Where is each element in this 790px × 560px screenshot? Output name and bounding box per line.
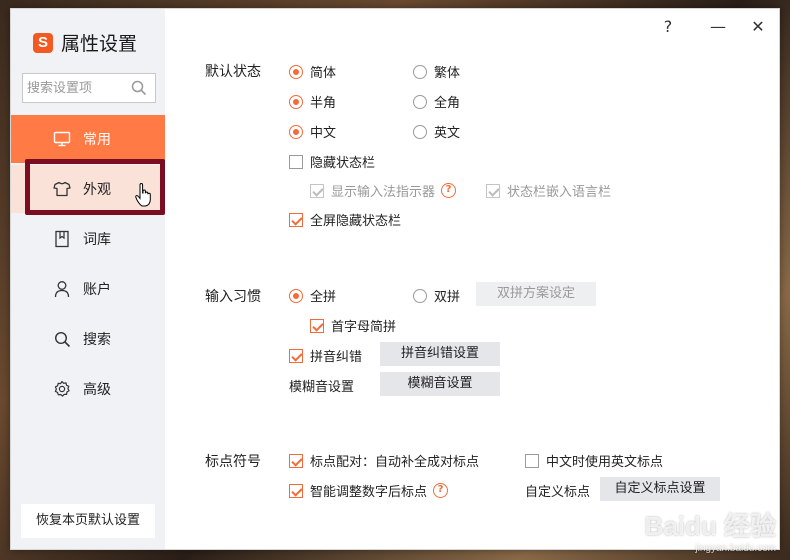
checkbox-fullscreen-hide-status-bar[interactable]: 全屏隐藏状态栏	[289, 210, 401, 229]
checkbox[interactable]	[289, 348, 303, 363]
option-label: 半角	[310, 96, 337, 111]
checkbox[interactable]	[310, 318, 324, 333]
baidu-watermark: Baidu 经验 jingyan.baidu.com	[645, 506, 776, 554]
radio-full-width[interactable]: 全角	[413, 92, 460, 111]
settings-search-input[interactable]	[27, 78, 127, 98]
sidebar-item-label: 搜索	[83, 332, 111, 348]
option-label: 繁体	[434, 66, 461, 81]
checkbox-show-ime-indicator[interactable]: 显示输入法指示器 ?	[310, 181, 457, 200]
option-label: 双拼	[434, 290, 461, 305]
checkbox-hide-status-bar[interactable]: 隐藏状态栏	[289, 152, 375, 171]
option-label: 拼音纠错	[310, 350, 363, 365]
option-label: 隐藏状态栏	[310, 156, 376, 171]
hand-cursor-icon	[135, 182, 153, 211]
radio-dot[interactable]	[413, 64, 427, 79]
option-label: 智能调整数字后标点	[310, 485, 428, 500]
option-label: 全角	[434, 96, 461, 111]
fuzzy-sound-label: 模糊音设置	[289, 380, 355, 395]
custom-punctuation-settings-button[interactable]: 自定义标点设置	[600, 477, 720, 501]
sidebar-item-search[interactable]: 搜索	[11, 315, 165, 363]
radio-dot[interactable]	[289, 124, 303, 139]
custom-punctuation-label: 自定义标点	[525, 485, 591, 500]
checkbox-english-punctuation-in-chinese[interactable]: 中文时使用英文标点	[525, 451, 663, 470]
radio-dot[interactable]	[289, 94, 303, 109]
sidebar-item-label: 词库	[83, 232, 111, 248]
settings-search-box[interactable]	[22, 73, 156, 103]
app-title: 属性设置	[61, 33, 138, 55]
restore-defaults-button[interactable]: 恢复本页默认设置	[21, 504, 155, 538]
monitor-icon	[53, 130, 71, 148]
radio-chinese[interactable]: 中文	[289, 122, 336, 141]
sidebar-item-label: 高级	[83, 382, 111, 398]
search-icon[interactable]	[131, 80, 147, 100]
radio-dot[interactable]	[413, 94, 427, 109]
option-label: 状态栏嵌入语言栏	[507, 185, 612, 200]
shirt-icon	[53, 180, 71, 198]
checkbox[interactable]	[525, 453, 539, 468]
checkbox-embed-language-bar[interactable]: 状态栏嵌入语言栏	[486, 181, 611, 200]
sidebar: S 属性设置 常用 外观 词库	[11, 9, 165, 549]
checkbox-auto-pair-punctuation[interactable]: 标点配对：自动补全成对标点	[289, 451, 479, 470]
radio-half-width[interactable]: 半角	[289, 92, 336, 111]
sidebar-item-advanced[interactable]: 高级	[11, 365, 165, 413]
radio-dot[interactable]	[413, 124, 427, 139]
checkbox[interactable]	[289, 154, 303, 169]
sidebar-item-general[interactable]: 常用	[11, 115, 165, 163]
radio-full-pinyin[interactable]: 全拼	[289, 286, 336, 305]
help-question-icon[interactable]: ?	[433, 483, 449, 498]
option-label: 中文	[310, 126, 337, 141]
sogou-logo-icon: S	[33, 32, 53, 53]
sidebar-item-lexicon[interactable]: 词库	[11, 215, 165, 263]
checkbox[interactable]	[289, 453, 303, 468]
gear-icon	[53, 380, 71, 398]
brand: S 属性设置	[33, 29, 137, 56]
option-label: 英文	[434, 126, 461, 141]
sidebar-item-label: 常用	[83, 132, 111, 148]
checkbox-initial-abbreviation[interactable]: 首字母简拼	[310, 316, 396, 335]
fuzzy-sound-settings-button[interactable]: 模糊音设置	[380, 372, 500, 396]
user-icon	[53, 280, 71, 298]
option-label: 全屏隐藏状态栏	[310, 214, 402, 229]
checkbox[interactable]	[289, 212, 303, 227]
checkbox[interactable]	[289, 483, 303, 498]
section-label-default-state: 默认状态	[205, 64, 261, 80]
watermark-brand: Baidu 经验	[644, 511, 776, 541]
radio-dot[interactable]	[289, 288, 303, 303]
checkbox[interactable]	[486, 183, 500, 198]
checkbox-pinyin-correction[interactable]: 拼音纠错	[289, 346, 362, 365]
sidebar-item-label: 账户	[83, 282, 111, 298]
radio-traditional[interactable]: 繁体	[413, 62, 460, 81]
option-label: 全拼	[310, 290, 337, 305]
checkbox[interactable]	[310, 183, 324, 198]
option-label: 首字母简拼	[331, 320, 397, 335]
sidebar-item-account[interactable]: 账户	[11, 265, 165, 313]
search-icon	[53, 330, 71, 348]
radio-dot[interactable]	[413, 288, 427, 303]
settings-content: 默认状态 简体 繁体 半角 全角 中文 英文 隐藏状态栏 显示输入法指示器 ? …	[165, 9, 779, 549]
book-icon	[53, 230, 71, 248]
option-label: 中文时使用英文标点	[546, 455, 664, 470]
radio-english[interactable]: 英文	[413, 122, 460, 141]
radio-simplified[interactable]: 简体	[289, 62, 336, 81]
option-label: 显示输入法指示器	[331, 185, 436, 200]
radio-dot[interactable]	[289, 64, 303, 79]
radio-double-pinyin[interactable]: 双拼	[413, 286, 460, 305]
option-label: 简体	[310, 66, 337, 81]
section-label-punctuation: 标点符号	[205, 454, 261, 470]
checkbox-smart-adjust-punctuation[interactable]: 智能调整数字后标点 ?	[289, 481, 449, 500]
sidebar-item-label: 外观	[83, 182, 111, 198]
pinyin-correction-settings-button[interactable]: 拼音纠错设置	[380, 342, 500, 366]
help-question-icon[interactable]: ?	[441, 183, 457, 198]
section-label-input-habit: 输入习惯	[205, 289, 261, 305]
double-pinyin-scheme-button[interactable]: 双拼方案设定	[476, 282, 596, 306]
option-label: 标点配对：自动补全成对标点	[310, 455, 480, 470]
watermark-url: jingyan.baidu.com	[695, 543, 776, 554]
settings-window: S 属性设置 常用 外观 词库	[10, 8, 780, 550]
